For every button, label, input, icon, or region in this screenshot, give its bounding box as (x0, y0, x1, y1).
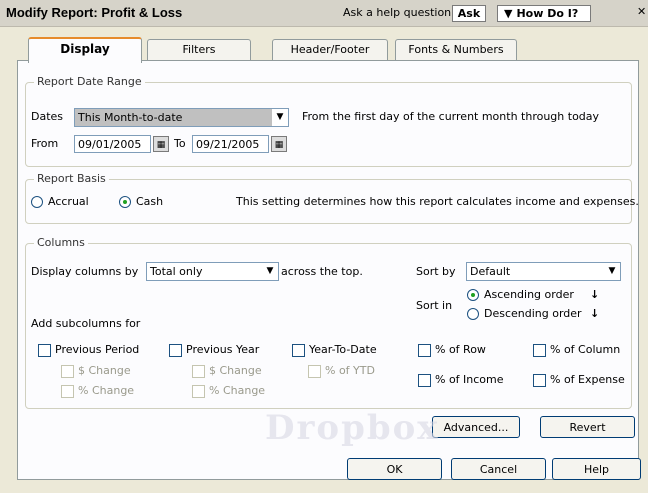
prev-period-dollar-change-checkbox[interactable] (61, 365, 74, 378)
tab-fonts-numbers[interactable]: Fonts & Numbers (395, 39, 517, 61)
prev-year-pct-change-checkbox[interactable] (192, 385, 205, 398)
report-date-range-group: Report Date Range Dates This Month-to-da… (25, 75, 632, 167)
prev-period-dollar-change-label: $ Change (78, 364, 131, 377)
descending-radio[interactable] (467, 308, 479, 320)
pct-of-income-label[interactable]: % of Income (435, 373, 504, 386)
year-to-date-label[interactable]: Year-To-Date (309, 343, 377, 356)
calendar-icon[interactable]: ▦ (153, 136, 169, 152)
to-label-text: To (174, 137, 186, 150)
pct-of-column-checkbox[interactable] (533, 344, 546, 357)
pct-of-expense-label[interactable]: % of Expense (550, 373, 625, 386)
sort-by-label: Sort by (416, 265, 456, 278)
previous-year-checkbox[interactable] (169, 344, 182, 357)
prev-period-pct-change-checkbox[interactable] (61, 385, 74, 398)
ok-button[interactable]: OK (347, 458, 442, 480)
from-label: From (31, 137, 59, 150)
ask-button[interactable]: Ask (452, 5, 486, 22)
cash-label[interactable]: Cash (136, 195, 163, 208)
dropdown-arrow-icon: ▼ (504, 7, 513, 20)
dates-description: From the first day of the current month … (302, 110, 600, 123)
dates-select[interactable]: This Month-to-date ▼ (74, 108, 289, 127)
revert-button[interactable]: Revert (540, 416, 635, 438)
accrual-radio[interactable] (31, 196, 43, 208)
calendar-icon[interactable]: ▦ (271, 136, 287, 152)
display-columns-by-label: Display columns by (31, 265, 139, 278)
columns-legend: Columns (34, 236, 88, 249)
chevron-down-icon[interactable]: ▼ (272, 109, 288, 126)
previous-period-label[interactable]: Previous Period (55, 343, 139, 356)
tab-header-footer[interactable]: Header/Footer (272, 39, 388, 61)
display-columns-value: Total only (150, 265, 203, 278)
dates-value: This Month-to-date (78, 111, 183, 124)
dates-label: Dates (31, 110, 64, 123)
watermark-text: Dropbox (265, 408, 440, 448)
pct-of-column-label[interactable]: % of Column (550, 343, 620, 356)
sort-by-select[interactable]: Default ▼ (466, 262, 621, 281)
chevron-down-icon[interactable]: ▼ (262, 263, 278, 280)
close-icon[interactable]: ✕ (637, 5, 646, 18)
prev-period-pct-change-label: % Change (78, 384, 135, 397)
report-basis-legend: Report Basis (34, 172, 109, 185)
add-subcolumns-label: Add subcolumns for (31, 317, 141, 330)
pct-of-ytd-label: % of YTD (325, 364, 375, 377)
to-date-field[interactable]: 09/21/2005 (192, 135, 269, 153)
report-date-range-legend: Report Date Range (34, 75, 145, 88)
basis-description: This setting determines how this report … (236, 195, 639, 208)
pct-of-row-label[interactable]: % of Row (435, 343, 486, 356)
sort-descending-icon: ↓ (590, 307, 600, 320)
how-do-i-label: How Do I? (516, 7, 579, 20)
pct-of-income-checkbox[interactable] (418, 374, 431, 387)
tab-display[interactable]: Display (28, 37, 142, 63)
help-button[interactable]: Help (552, 458, 641, 480)
how-do-i-button[interactable]: ▼ How Do I? (497, 5, 591, 22)
year-to-date-checkbox[interactable] (292, 344, 305, 357)
pct-of-expense-checkbox[interactable] (533, 374, 546, 387)
help-question-label: Ask a help question (343, 6, 452, 19)
tab-filters[interactable]: Filters (147, 39, 251, 61)
columns-group: Columns Display columns by Total only ▼ … (25, 236, 632, 409)
from-date-field[interactable]: 09/01/2005 (74, 135, 151, 153)
display-columns-select[interactable]: Total only ▼ (146, 262, 279, 281)
title-bar: Modify Report: Profit & Loss Ask a help … (0, 0, 648, 27)
advanced-button[interactable]: Advanced... (432, 416, 520, 438)
window-title: Modify Report: Profit & Loss (6, 5, 183, 20)
prev-year-pct-change-label: % Change (209, 384, 266, 397)
descending-label[interactable]: Descending order (484, 307, 582, 320)
modify-report-window: Modify Report: Profit & Loss Ask a help … (0, 0, 648, 493)
accrual-label[interactable]: Accrual (48, 195, 89, 208)
previous-period-checkbox[interactable] (38, 344, 51, 357)
sort-by-value: Default (470, 265, 511, 278)
cancel-button[interactable]: Cancel (451, 458, 546, 480)
prev-year-dollar-change-label: $ Change (209, 364, 262, 377)
ascending-label[interactable]: Ascending order (484, 288, 574, 301)
prev-year-dollar-change-checkbox[interactable] (192, 365, 205, 378)
report-basis-group: Report Basis Accrual Cash This setting d… (25, 172, 639, 224)
ascending-radio[interactable] (467, 289, 479, 301)
pct-of-ytd-checkbox[interactable] (308, 365, 321, 378)
chevron-down-icon[interactable]: ▼ (604, 263, 620, 280)
sort-in-label: Sort in (416, 299, 453, 312)
cash-radio[interactable] (119, 196, 131, 208)
watermark: Dropbox (265, 408, 440, 448)
sort-ascending-icon: ↓ (590, 288, 600, 301)
previous-year-label[interactable]: Previous Year (186, 343, 259, 356)
pct-of-row-checkbox[interactable] (418, 344, 431, 357)
across-the-top-label: across the top. (281, 265, 363, 278)
